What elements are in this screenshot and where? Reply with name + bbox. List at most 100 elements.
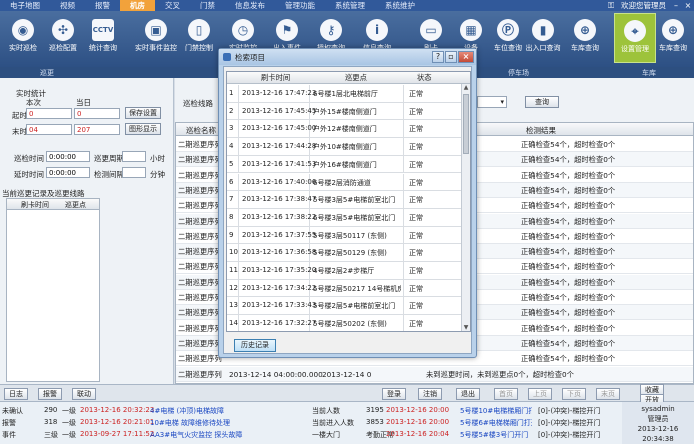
bottom-toolbar: 日志 报警 联动 登录 注销 退出 首页 上页 下页 末页 收藏 开放 [0,384,694,406]
dialog-body: 刷卡时间 巡更点 状态 1 2013-12-16 17:47:23 6号楼1层北电梯… [223,66,472,354]
query-button[interactable]: 查询 [525,96,559,108]
row-result: 正确检查54个，超时检查0个 [521,354,616,364]
toolbar-settings[interactable]: ⌖ 设置管理 [614,13,656,63]
menu-item-cross[interactable]: 交叉 [155,0,190,11]
delay-input[interactable] [46,167,90,178]
dialog-row[interactable]: 2 2013-12-16 17:45:45 户外15#楼南侧道门 正常 [227,102,463,121]
event-icon: ▣ [145,19,167,41]
status-row[interactable]: 报警 318 一级 2013-12-16 20:21:01 10#电梯 故障维修待处理 当… [0,418,694,428]
menu-item-maint[interactable]: 系统维护 [375,0,425,11]
dialog-titlebar[interactable]: 检索项目 ? ▫ × [219,49,476,65]
toolbar-garage-query[interactable]: ⊕ 车库查询 [652,13,694,63]
lock-icon[interactable]: ⚿ [605,0,617,11]
menu-item-room[interactable]: 机房 [120,0,155,11]
login-button[interactable]: 登录 [382,388,406,400]
row-time1: 2013-12-14 04:00:00.000 [229,369,323,379]
toolbar-label: 车库查询 [659,44,687,52]
menu-item-door[interactable]: 门禁 [190,0,225,11]
window-icon[interactable]: ▫ [445,51,457,63]
row-point: 5号楼3层5#电梯前室北门 [313,196,396,205]
row-name: 二期巡更序列 [178,185,222,195]
dialog-row[interactable]: 6 2013-12-16 17:40:06 6号楼2层消防通道 正常 [227,173,463,192]
dialog-row[interactable]: 7 2013-12-16 17:38:47 5号楼3层5#电梯前室北门 正常 [227,191,463,209]
menu-item-video[interactable]: 视频 [50,0,85,11]
scroll-down-icon[interactable]: ▼ [462,324,470,331]
patrol-time-input[interactable] [46,151,90,162]
toolbar-event[interactable]: ▣ 实时事件监控 [135,13,177,63]
row-name: 二期巡更序列 [178,216,222,226]
menu-item-publish[interactable]: 信息发布 [225,0,275,11]
row-point: 户外16#楼南侧道门 [313,160,377,169]
next-page-button[interactable]: 下页 [562,388,586,400]
row-card-time: 2013-12-16 17:38:47 [242,195,317,204]
patrol-record-list[interactable]: 刷卡时间 巡更点 [6,198,100,382]
close-icon[interactable]: × [682,0,694,11]
row-name: 二期巡更序列 [178,293,222,302]
cctv-icon: CCTV [92,19,114,41]
dialog-row[interactable]: 14 2013-12-16 17:32:27 5号楼2层50202 (东侧) 正常 [227,315,463,331]
dialog-row[interactable]: 9 2013-12-16 17:37:55 5号楼3层50117 (东侧) 正常 [227,226,463,245]
log-button[interactable]: 日志 [4,388,28,400]
row-number: 12 [229,283,238,292]
graph-display-button[interactable]: 图形显示 [125,123,161,135]
status-row[interactable]: 未确认 290 一级 2013-12-16 20:32:23 4#电梯 (冲顶)电梯故障… [0,406,694,416]
dialog-scrollbar[interactable]: ▲ ▼ [461,84,470,331]
table-row[interactable]: 二期巡更序列 2013-12-14 04:00:00.000 2013-12-14 … [176,366,693,382]
help-icon[interactable]: ? [432,51,444,63]
dialog-row[interactable]: 12 2013-12-16 17:34:225号楼2层50217 14号梯机房门门… [227,279,463,298]
row-name: 二期巡更序列 [178,201,222,211]
minimize-icon[interactable]: – [670,0,682,11]
status-row[interactable]: 事件 三级 一级 2013-09-27 17:11:52 AA3#电气火灾监控 探头故障… [0,430,694,440]
menu-item-system[interactable]: 系统管理 [325,0,375,11]
history-button[interactable]: 历史记录 [234,339,276,352]
end-input-2[interactable] [74,124,120,135]
scroll-up-icon[interactable]: ▲ [462,84,470,93]
toolbar-patrol[interactable]: ◉ 实时巡检 [2,13,44,63]
toolbar-door[interactable]: ▯ 门禁控制 [178,13,220,63]
row-point: 户外12#楼南侧道门 [313,125,377,134]
row-result: 正确检查54个，超时检查0个 [521,323,616,333]
toolbar-stats[interactable]: CCTV 统计查询 [82,13,124,63]
save-settings-button[interactable]: 保存设置 [125,107,161,119]
cell-divider [403,191,404,209]
logout-button[interactable]: 注销 [418,388,442,400]
start-input[interactable] [26,108,72,119]
prev-page-button[interactable]: 上页 [528,388,552,400]
dialog-row[interactable]: 10 2013-12-16 17:36:58 5号楼2层50129 (东侧) 正常 [227,244,463,262]
row-card-time: 2013-12-16 17:44:28 [242,142,317,151]
toolbar-garage[interactable]: ⊕ 车库查询 [564,13,606,63]
alarm-button[interactable]: 报警 [38,388,62,400]
interval-input[interactable] [122,167,146,178]
dialog-table[interactable]: 刷卡时间 巡更点 状态 1 2013-12-16 17:47:23 6号楼1层北电梯… [226,71,471,332]
toolbar-exit[interactable]: ▮ 出入口查询 [522,13,564,63]
start-input-2[interactable] [74,108,120,119]
dialog-row[interactable]: 3 2013-12-16 17:45:00 户外12#楼南侧道门 正常 [227,120,463,139]
first-page-button[interactable]: 首页 [494,388,518,400]
menu-item-alarm[interactable]: 报警 [85,0,120,11]
dialog-row[interactable]: 1 2013-12-16 17:47:23 6号楼1层北电梯前厅 正常 [227,85,463,103]
cycle-input[interactable] [122,151,146,162]
row-point: 6号楼1层北电梯前厅 [313,90,378,98]
dialog-row[interactable]: 13 2013-12-16 17:33:43 5号楼2层5#电梯前室北门 正常 [227,297,463,316]
link-button[interactable]: 联动 [72,388,96,400]
scroll-thumb[interactable] [463,94,469,154]
end-input[interactable] [26,124,72,135]
menu-item-manage[interactable]: 管理功能 [275,0,325,11]
dialog-row[interactable]: 4 2013-12-16 17:44:28 户外10#楼南侧道门 正常 [227,138,463,156]
route-dropdown[interactable]: ▾ [477,96,507,108]
last-page-button[interactable]: 末页 [596,388,620,400]
col-status: 状态 [417,73,432,82]
menu-item-map[interactable]: 电子地图 [0,0,50,11]
close-icon[interactable]: × [458,51,474,63]
dialog-row[interactable]: 5 2013-12-16 17:41:53 户外16#楼南侧道门 正常 [227,155,463,174]
toolbar-config[interactable]: ✣ 巡检配置 [42,13,84,63]
status-type: 未确认 [2,407,23,415]
dialog-row[interactable]: 8 2013-12-16 17:38:22 6号楼3层5#电梯前室北门 正常 [227,208,463,227]
start-label: 起时 [12,111,27,120]
dialog-row[interactable]: 11 2013-12-16 17:35:20 4号楼2层2#步梯厅 正常 [227,262,463,280]
cell-divider [403,155,404,173]
row-number: 10 [229,248,238,257]
status-desc: AA3#电气火灾监控 探头故障 [150,431,243,439]
exit-button[interactable]: 退出 [456,388,480,400]
status-count: 290 [44,406,58,414]
